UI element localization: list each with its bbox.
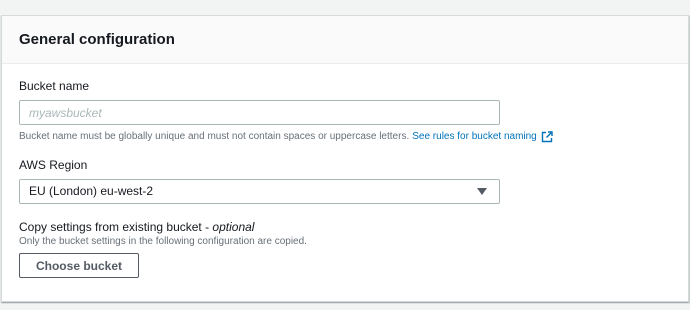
bucket-naming-rules-link[interactable]: See rules for bucket naming xyxy=(412,130,537,144)
general-configuration-panel: General configuration Bucket name Bucket… xyxy=(1,15,689,302)
copy-settings-label-text: Copy settings from existing bucket - xyxy=(19,220,213,234)
aws-region-selected-value: EU (London) eu-west-2 xyxy=(29,184,154,198)
panel-body: Bucket name Bucket name must be globally… xyxy=(2,64,688,278)
copy-settings-label: Copy settings from existing bucket - opt… xyxy=(19,219,688,235)
external-link-icon[interactable] xyxy=(541,131,553,143)
panel-header: General configuration xyxy=(2,16,688,64)
bucket-name-input[interactable] xyxy=(19,100,500,125)
aws-region-label: AWS Region xyxy=(19,158,88,172)
bucket-name-hint-text: Bucket name must be globally unique and … xyxy=(19,131,410,142)
choose-bucket-button[interactable]: Choose bucket xyxy=(19,253,139,278)
optional-tag: optional xyxy=(212,220,255,234)
caret-down-icon[interactable] xyxy=(477,188,487,195)
bucket-name-hint: Bucket name must be globally unique and … xyxy=(19,130,688,144)
copy-settings-hint: Only the bucket settings in the followin… xyxy=(19,236,307,247)
aws-region-select[interactable]: EU (London) eu-west-2 xyxy=(19,179,500,204)
bucket-name-label: Bucket name xyxy=(19,79,90,93)
panel-title: General configuration xyxy=(19,31,175,48)
